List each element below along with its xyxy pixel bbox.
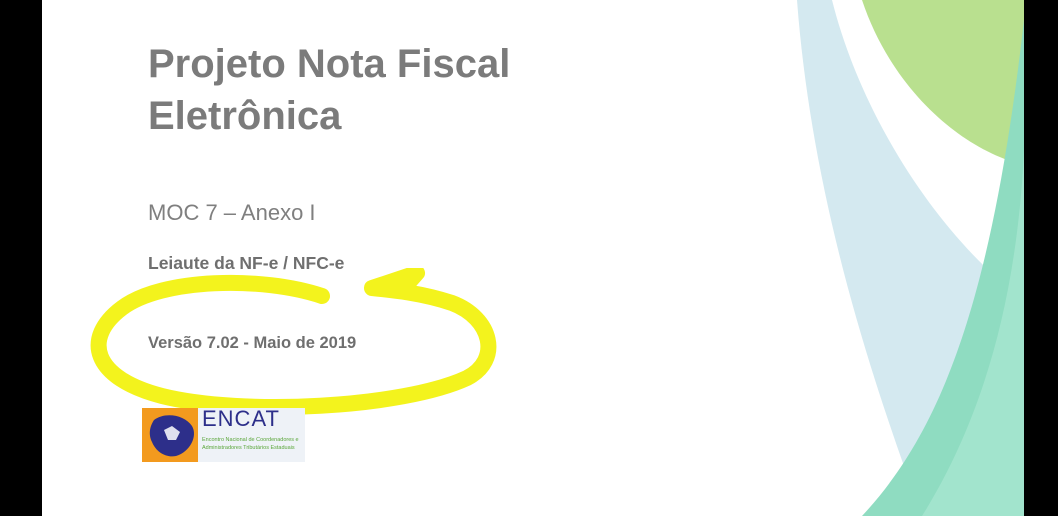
document-page: Projeto Nota Fiscal Eletrônica MOC 7 – A…	[42, 0, 1024, 516]
logo-name: ENCAT	[202, 406, 280, 431]
title-line-1: Projeto Nota Fiscal	[148, 42, 511, 86]
brazil-map-icon	[142, 408, 202, 462]
encat-logo: ENCAT Encontro Nacional de Coordenadores…	[142, 406, 305, 462]
screen-background: Projeto Nota Fiscal Eletrônica MOC 7 – A…	[0, 0, 1058, 516]
title-line-2: Eletrônica	[148, 94, 342, 138]
logo-subtitle: Encontro Nacional de Coordenadores e Adm…	[202, 437, 299, 451]
version-label: Versão 7.02 - Maio de 2019	[148, 334, 357, 352]
document-title: Projeto Nota Fiscal Eletrônica	[148, 38, 510, 142]
document-subtitle: MOC 7 – Anexo I	[148, 200, 316, 225]
